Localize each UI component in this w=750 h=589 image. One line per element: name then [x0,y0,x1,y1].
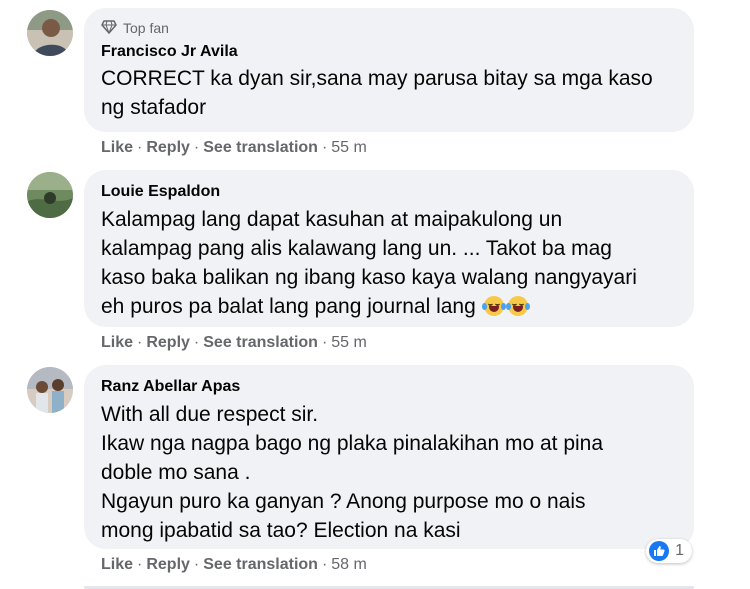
comment-actions: Like · Reply · See translation · 55 m [101,139,367,157]
laughing-emoji-icon [482,296,507,316]
author-name[interactable]: Louie Espaldon [101,181,677,203]
comment-actions: Like · Reply · See translation · 58 m [101,556,367,574]
separator: · [137,556,143,573]
badge-label: Top fan [123,20,169,36]
comment-text: CORRECT ka dyan sir,sana may parusa bita… [101,67,653,119]
separator: · [321,334,328,351]
author-name[interactable]: Ranz Abellar Apas [101,376,677,398]
comment-bubble: Louie Espaldon Kalampag lang dapat kasuh… [84,170,694,327]
like-button[interactable]: Like [101,139,133,157]
separator: · [193,556,200,573]
like-button[interactable]: Like [101,334,133,352]
like-button[interactable]: Like [101,556,133,574]
comment-text: Kalampag lang dapat kasuhan at maipakulo… [101,208,637,318]
separator: · [137,139,143,156]
timestamp[interactable]: 55 m [331,139,367,157]
separator: · [137,334,143,351]
laughing-emoji-icon [506,296,531,316]
avatar[interactable] [27,367,73,413]
reply-button[interactable]: Reply [146,139,190,157]
separator: · [321,139,328,156]
avatar[interactable] [27,10,73,56]
comment-bubble: Top fan Francisco Jr Avila CORRECT ka dy… [84,8,694,132]
like-icon [649,541,670,561]
timestamp[interactable]: 58 m [331,556,367,574]
see-translation-link[interactable]: See translation [203,139,318,157]
comment-text-wrap: Kalampag lang dapat kasuhan at maipakulo… [101,205,677,321]
comment-bubble: Ranz Abellar Apas With all due respect s… [84,365,694,549]
timestamp[interactable]: 55 m [331,334,367,352]
author-name[interactable]: Francisco Jr Avila [101,41,677,63]
separator: · [193,139,200,156]
top-fan-badge: Top fan [101,18,677,38]
see-translation-link[interactable]: See translation [203,556,318,574]
reaction-count-badge[interactable]: 1 [646,539,692,563]
avatar[interactable] [27,172,73,218]
comment-actions: Like · Reply · See translation · 55 m [101,334,367,352]
separator: · [321,556,328,573]
reply-button[interactable]: Reply [146,334,190,352]
separator: · [193,334,200,351]
see-translation-link[interactable]: See translation [203,334,318,352]
reply-button[interactable]: Reply [146,556,190,574]
reaction-count: 1 [675,542,684,559]
diamond-icon [101,19,117,37]
comment-text: With all due respect sir. Ikaw nga nagpa… [101,403,604,542]
